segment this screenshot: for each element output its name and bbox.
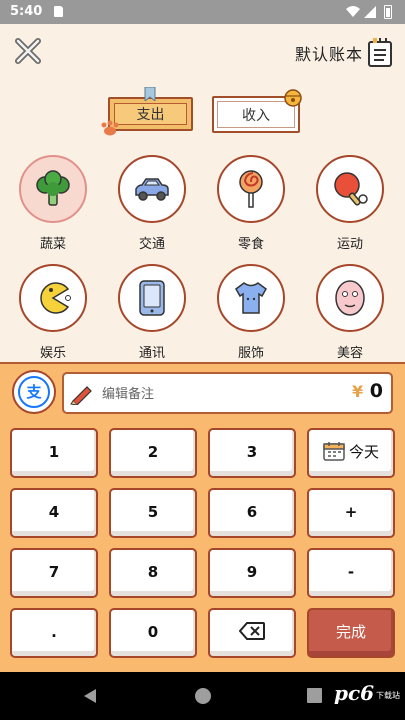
key-2[interactable]: 2 — [109, 428, 197, 478]
category-communication[interactable]: 通讯 — [112, 264, 192, 361]
key-0[interactable]: 0 — [109, 608, 197, 658]
sd-card-icon — [54, 6, 63, 17]
category-snacks[interactable]: 零食 — [211, 155, 291, 252]
key-3[interactable]: 3 — [208, 428, 296, 478]
category-icon-circle — [217, 155, 285, 223]
alipay-icon: 支 — [18, 376, 50, 408]
category-icon-circle — [316, 264, 384, 332]
pacman-icon — [40, 282, 71, 314]
signal-icon — [364, 6, 376, 18]
ribbon-icon — [144, 87, 156, 101]
key-5[interactable]: 5 — [109, 488, 197, 538]
tab-expense-label: 支出 — [114, 103, 187, 125]
battery-icon — [384, 5, 392, 19]
category-icon-circle — [19, 155, 87, 223]
paw-icon — [101, 120, 119, 136]
category-sports[interactable]: 运动 — [310, 155, 390, 252]
home-icon[interactable] — [195, 688, 211, 704]
key-plus[interactable]: + — [307, 488, 395, 538]
category-clothing[interactable]: 服饰 — [211, 264, 291, 361]
payment-method-button[interactable]: 支 — [12, 370, 56, 414]
notebook-icon[interactable] — [367, 37, 393, 67]
phone-icon — [139, 280, 165, 316]
category-entertainment[interactable]: 娱乐 — [13, 264, 93, 361]
category-icon-circle — [19, 264, 87, 332]
date-today-button[interactable]: 今天 — [307, 428, 395, 478]
currency-symbol: ¥ — [352, 382, 364, 401]
note-input[interactable] — [102, 382, 322, 406]
watermark-logo: pc6 下载站 — [334, 681, 402, 715]
car-icon — [135, 178, 169, 201]
broccoli-icon — [36, 170, 70, 206]
key-9[interactable]: 9 — [208, 548, 296, 598]
amount-display: 0 — [369, 380, 383, 402]
backspace-icon — [238, 621, 265, 640]
face-mask-icon — [335, 280, 365, 316]
category-icon-circle — [118, 155, 186, 223]
bell-icon — [284, 89, 302, 107]
account-book-title[interactable]: 默认账本 — [295, 41, 363, 65]
watermark-main: pc6 — [334, 681, 375, 705]
back-icon[interactable] — [82, 688, 98, 704]
pencil-icon — [70, 386, 92, 405]
category-label: 通讯 — [138, 346, 165, 361]
category-label: 蔬菜 — [39, 237, 66, 252]
ping-pong-icon — [334, 172, 368, 206]
category-label: 美容 — [336, 346, 363, 361]
key-6[interactable]: 6 — [208, 488, 296, 538]
category-label: 娱乐 — [39, 346, 66, 361]
category-icon-circle — [316, 155, 384, 223]
key-8[interactable]: 8 — [109, 548, 197, 598]
category-icon-circle — [118, 264, 186, 332]
status-bar: 5:40 — [0, 0, 405, 24]
status-time: 5:40 — [10, 4, 43, 19]
key-1[interactable]: 1 — [10, 428, 98, 478]
lollipop-icon — [239, 170, 263, 208]
category-label: 零食 — [237, 237, 264, 252]
category-transport[interactable]: 交通 — [112, 155, 192, 252]
today-label: 今天 — [348, 443, 379, 461]
category-beauty[interactable]: 美容 — [310, 264, 390, 361]
category-label: 交通 — [138, 237, 165, 252]
key-dot[interactable]: . — [10, 608, 98, 658]
tshirt-icon — [235, 282, 267, 314]
category-icon-circle — [217, 264, 285, 332]
tab-expense[interactable]: 支出 — [108, 97, 193, 131]
close-icon[interactable] — [13, 36, 43, 66]
done-button[interactable]: 完成 — [307, 608, 395, 658]
key-7[interactable]: 7 — [10, 548, 98, 598]
key-minus[interactable]: - — [307, 548, 395, 598]
category-label: 服饰 — [237, 346, 264, 361]
recents-icon[interactable] — [307, 688, 322, 703]
backspace-button[interactable] — [208, 608, 296, 658]
wifi-icon — [346, 6, 360, 17]
note-field[interactable]: ¥ 0 — [62, 372, 393, 414]
category-label: 运动 — [336, 237, 363, 252]
key-4[interactable]: 4 — [10, 488, 98, 538]
category-vegetables[interactable]: 蔬菜 — [13, 155, 93, 252]
watermark-sub: 下载站 — [376, 691, 400, 700]
calendar-icon — [323, 441, 345, 461]
